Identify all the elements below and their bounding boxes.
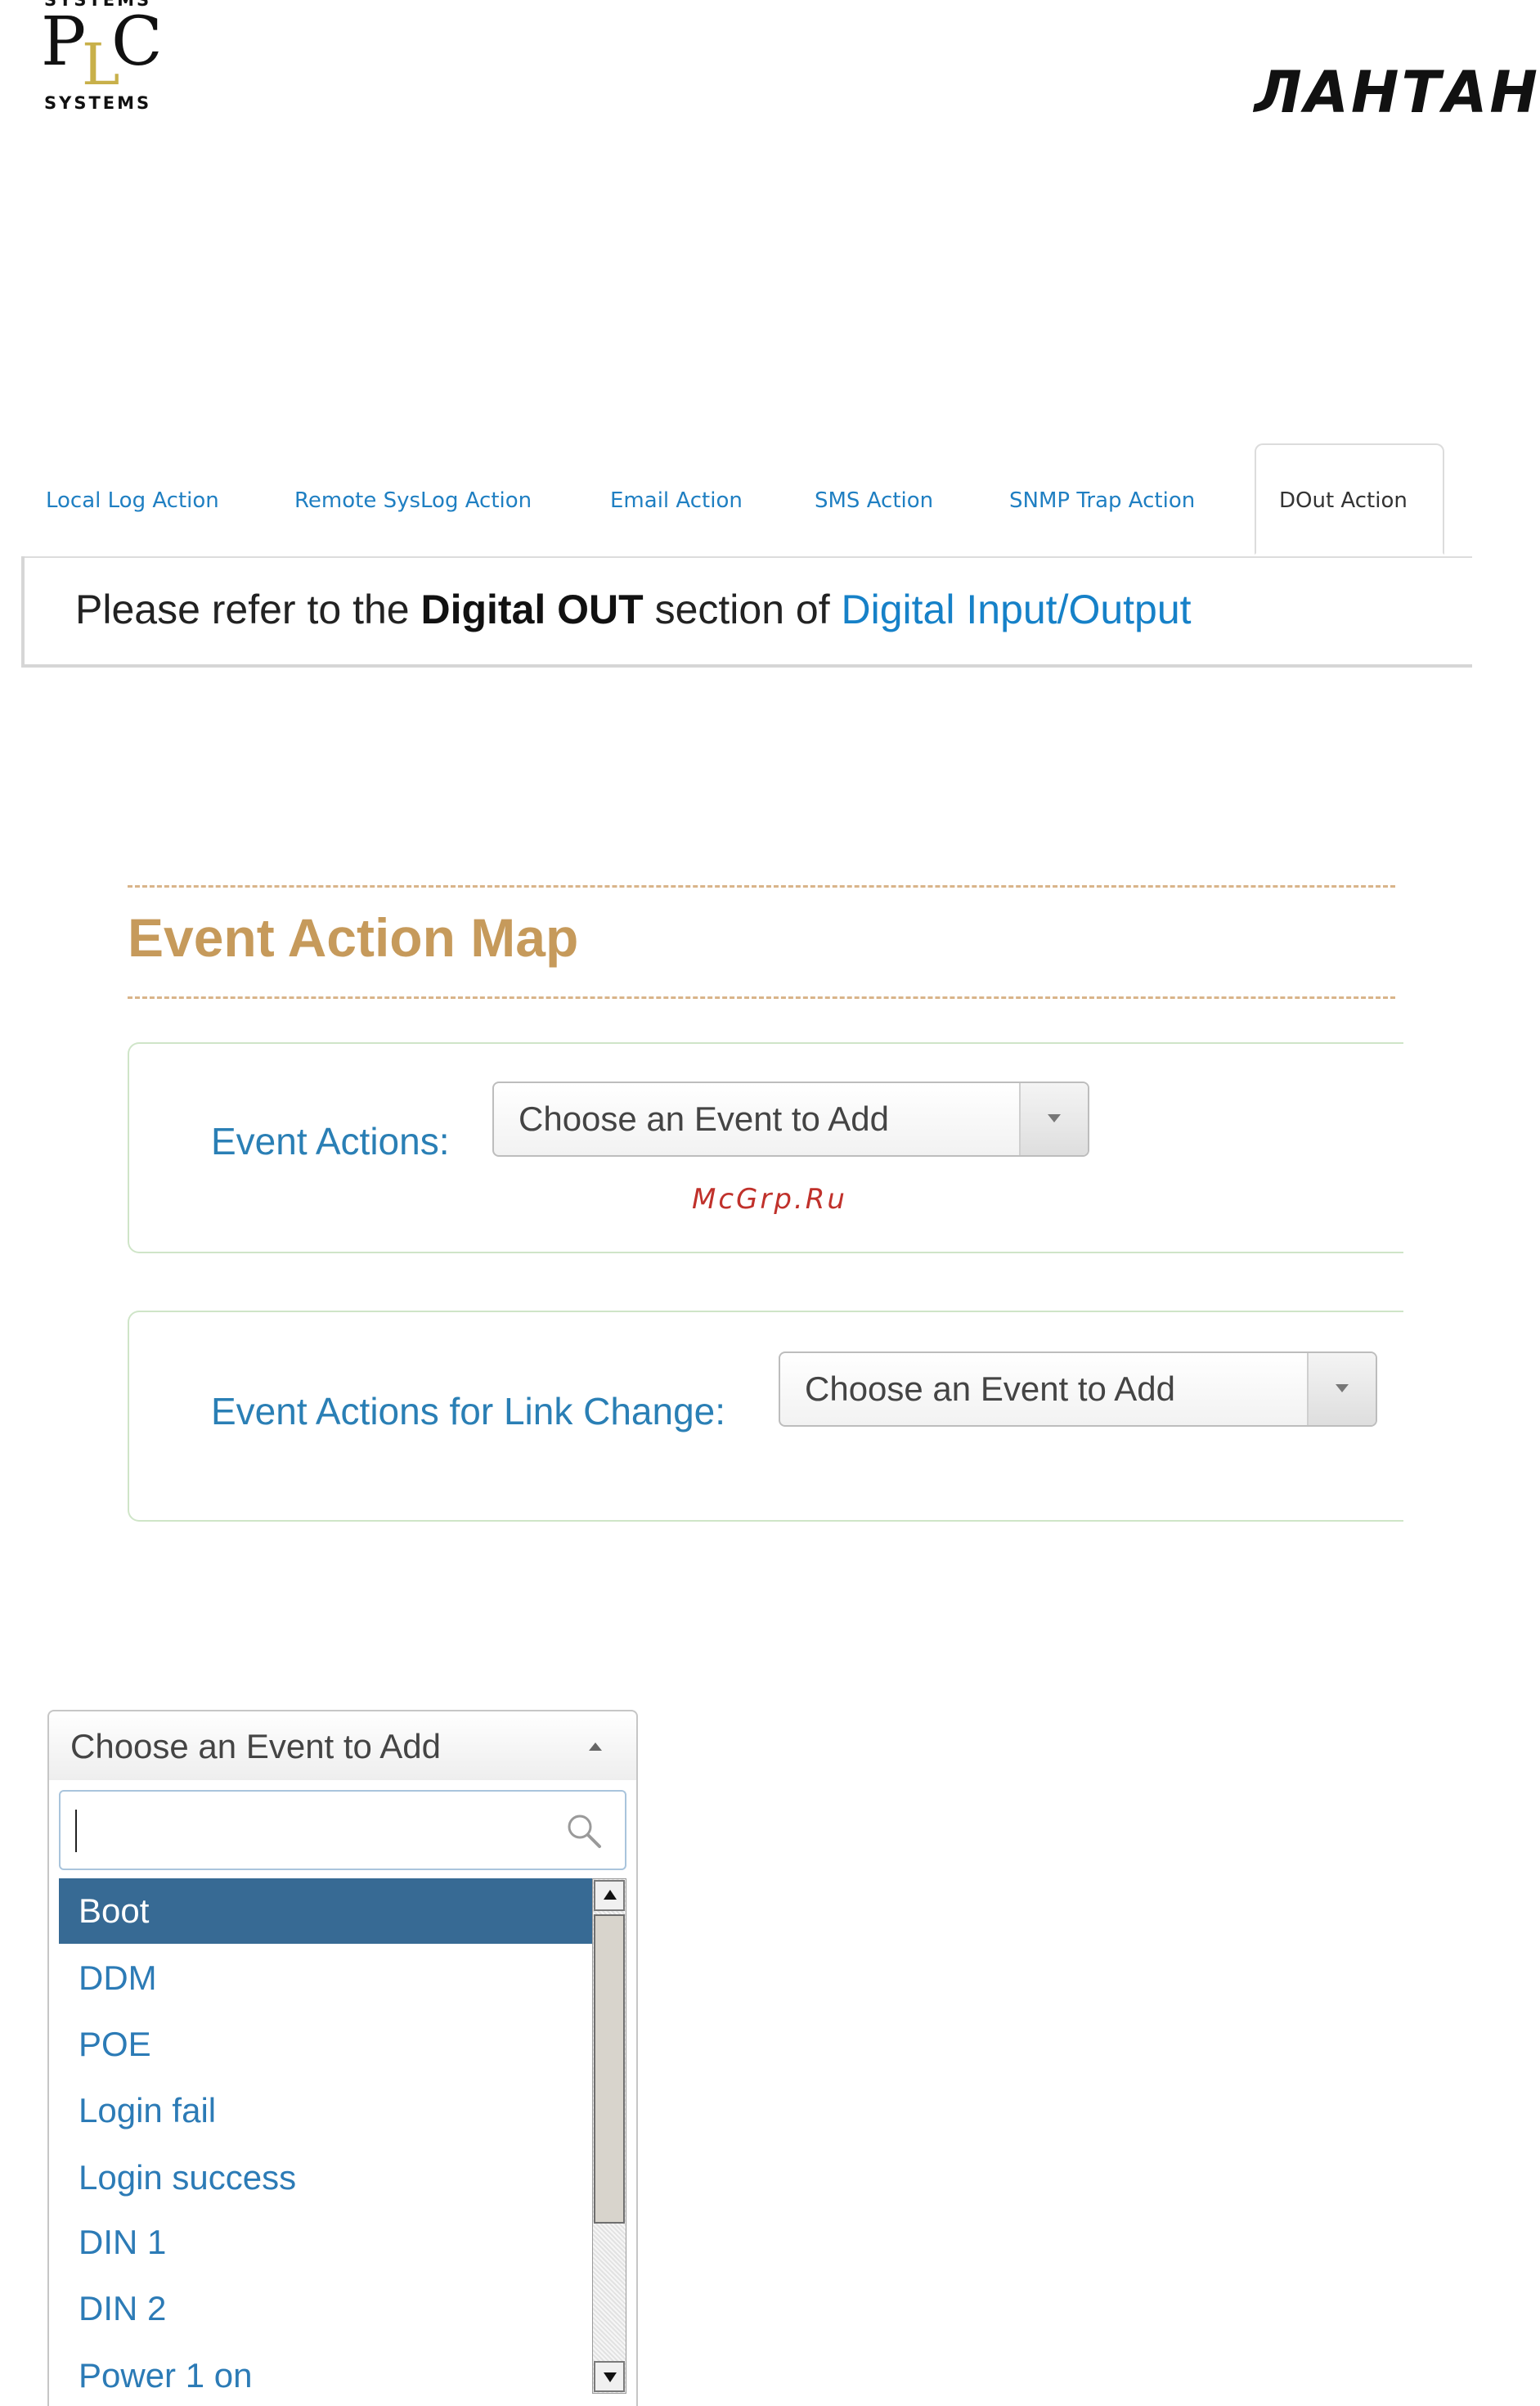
- scroll-thumb[interactable]: [594, 1914, 625, 2224]
- option-poe[interactable]: POE: [59, 2012, 592, 2077]
- scroll-up-button[interactable]: [594, 1880, 625, 1911]
- option-ddm[interactable]: DDM: [59, 1945, 592, 2011]
- lantan-logo: ЛАНТАН: [1254, 59, 1540, 126]
- dout-panel-message: Please refer to the Digital OUT section …: [75, 586, 1192, 633]
- search-icon: [568, 1815, 601, 1848]
- tab-sms-action[interactable]: SMS Action: [815, 445, 933, 556]
- link-change-dropdown-button[interactable]: [1307, 1353, 1376, 1425]
- chevron-down-icon: [1048, 1114, 1061, 1122]
- link-change-select-value: Choose an Event to Add: [805, 1369, 1175, 1408]
- option-power-1-on[interactable]: Power 1 on: [59, 2343, 592, 2406]
- panel-text-middle: section of: [654, 587, 830, 632]
- scroll-down-button[interactable]: [594, 2361, 625, 2392]
- link-change-label: Event Actions for Link Change:: [211, 1390, 726, 1432]
- option-login-fail[interactable]: Login fail: [59, 2078, 592, 2143]
- tab-dout-action[interactable]: DOut Action: [1255, 443, 1444, 555]
- option-boot[interactable]: Boot: [59, 1878, 592, 1944]
- event-action-map-title: Event Action Map: [128, 907, 579, 968]
- title-divider-bottom: [128, 996, 1395, 999]
- panel-text-prefix: Please refer to the: [75, 587, 410, 632]
- option-din-1[interactable]: DIN 1: [59, 2210, 592, 2275]
- tab-email-action[interactable]: Email Action: [610, 445, 743, 556]
- text-caret: [75, 1810, 77, 1852]
- option-login-success[interactable]: Login success: [59, 2145, 592, 2210]
- logo-letter-p: P: [41, 3, 87, 81]
- dropdown-selected-label: Choose an Event to Add: [70, 1727, 441, 1765]
- chevron-down-icon: [1336, 1384, 1349, 1392]
- event-dropdown-open[interactable]: Choose an Event to Add: [47, 1710, 638, 1780]
- action-tabs: Local Log Action Remote SysLog Action Em…: [21, 443, 1472, 558]
- dropdown-options-list: Boot DDM POE Login fail Login success DI…: [59, 1878, 592, 2406]
- title-divider-top: [128, 885, 1395, 888]
- event-actions-select[interactable]: Choose an Event to Add: [492, 1082, 1089, 1157]
- tab-remote-syslog-action[interactable]: Remote SysLog Action: [294, 445, 532, 556]
- dropdown-search-input[interactable]: [59, 1790, 626, 1870]
- digital-io-link[interactable]: Digital Input/Output: [842, 587, 1192, 632]
- plc-systems-logo: SYSTEMS P L C SYSTEMS: [41, 0, 172, 115]
- option-din-2[interactable]: DIN 2: [59, 2276, 592, 2341]
- event-actions-label: Event Actions:: [211, 1120, 450, 1163]
- chevron-up-icon: [589, 1743, 602, 1751]
- scroll-down-arrow-icon: [604, 2372, 617, 2382]
- link-change-select[interactable]: Choose an Event to Add: [779, 1351, 1377, 1427]
- tab-local-log-action[interactable]: Local Log Action: [46, 445, 219, 556]
- scroll-up-arrow-icon: [604, 1890, 617, 1900]
- logo-bottom-text: SYSTEMS: [44, 93, 152, 113]
- logo-letter-c: C: [111, 3, 163, 81]
- event-actions-select-value: Choose an Event to Add: [519, 1100, 889, 1138]
- event-actions-dropdown-button[interactable]: [1019, 1083, 1088, 1155]
- watermark: McGrp.Ru: [692, 1183, 847, 1216]
- panel-text-strong: Digital OUT: [420, 587, 644, 632]
- tab-snmp-trap-action[interactable]: SNMP Trap Action: [1009, 445, 1195, 556]
